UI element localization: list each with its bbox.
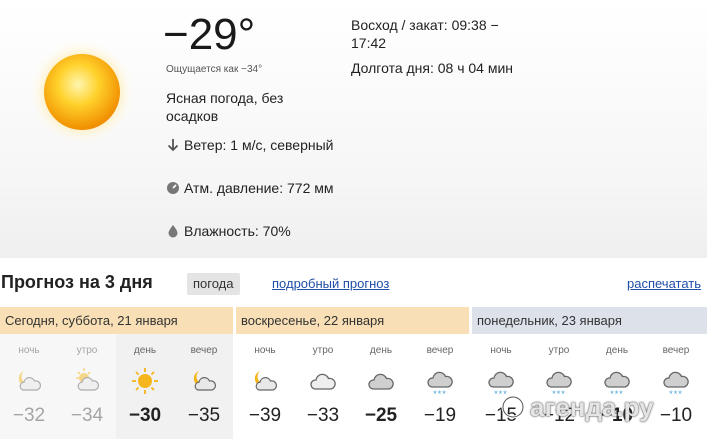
print-link[interactable]: распечатать	[627, 276, 701, 291]
pressure-text: Атм. давление: 772 мм	[184, 180, 334, 196]
tab-weather[interactable]: погода	[187, 273, 240, 295]
wind-info: Ветер: 1 м/с, северный	[166, 136, 336, 154]
weather-condition: Ясная погода, без осадков	[166, 90, 284, 124]
day-part: ночь −39	[236, 334, 294, 439]
wind-text: Ветер: 1 м/с, северный	[184, 137, 334, 153]
gauge-icon	[167, 182, 179, 194]
sun-icon	[28, 38, 136, 146]
part-label: утро	[312, 345, 334, 356]
sun-cloud-icon	[76, 368, 99, 391]
watermark-logo-icon	[501, 395, 525, 419]
part-label: ночь	[254, 345, 276, 356]
part-label: вечер	[662, 345, 690, 356]
part-label: утро	[76, 345, 98, 356]
tab-detailed-forecast[interactable]: подробный прогноз	[272, 276, 389, 291]
day-length: Долгота дня: 08 ч 04 мин	[351, 60, 514, 76]
watermark: агенда.ру	[500, 392, 707, 439]
part-temp: −34	[70, 405, 104, 426]
cloud-icon	[310, 373, 336, 390]
part-label: утро	[548, 345, 570, 356]
humidity-info: Влажность: 70%	[166, 222, 336, 240]
day-part: ночь −32	[0, 334, 58, 439]
moon-cloud-icon	[254, 371, 277, 391]
arrow-down-icon	[167, 139, 179, 152]
part-label: день	[369, 345, 393, 356]
day-header: воскресенье, 22 января	[236, 307, 469, 334]
part-label: день	[133, 345, 157, 356]
part-temp: −19	[423, 405, 457, 426]
part-label: ночь	[18, 345, 40, 356]
snow-mark: ***	[433, 389, 447, 399]
part-temp: −25	[364, 405, 398, 426]
part-label: день	[605, 345, 629, 356]
feels-like: Ощущается как −34°	[166, 64, 263, 75]
sun-icon	[132, 368, 158, 394]
moon-cloud-icon	[193, 371, 216, 391]
forecast-day: Сегодня, суббота, 21 января ночь −32 утр…	[0, 307, 233, 439]
part-temp: −39	[248, 405, 282, 426]
humidity-text: Влажность: 70%	[184, 223, 291, 239]
pressure-info: Атм. давление: 772 мм	[166, 179, 336, 197]
day-part: день −30	[116, 334, 174, 439]
part-label: ночь	[490, 345, 512, 356]
current-temperature: −29°	[163, 10, 256, 59]
day-header: Сегодня, суббота, 21 января	[0, 307, 233, 334]
part-temp: −32	[12, 405, 46, 426]
part-label: вечер	[426, 345, 454, 356]
day-part: вечер *** −19	[411, 334, 469, 439]
part-temp: −30	[128, 405, 162, 426]
watermark-text: агенда.ру	[530, 392, 654, 422]
forecast-day: воскресенье, 22 января ночь −39 утро −33…	[236, 307, 469, 439]
day-header: понедельник, 23 января	[472, 307, 707, 334]
part-label: вечер	[190, 345, 218, 356]
cloud-icon	[368, 373, 394, 390]
day-part: утро −34	[58, 334, 116, 439]
day-part: день −25	[352, 334, 410, 439]
part-temp: −35	[187, 405, 221, 426]
droplet-icon	[168, 225, 178, 238]
day-part: вечер −35	[175, 334, 233, 439]
sunrise-sunset: Восход / закат: 09:38 − 17:42	[351, 17, 499, 51]
current-weather-panel: −29° Ощущается как −34° Ясная погода, бе…	[0, 0, 707, 258]
day-part: утро −33	[294, 334, 352, 439]
part-temp: −33	[306, 405, 340, 426]
forecast-title: Прогноз на 3 дня	[1, 272, 153, 292]
moon-cloud-icon	[18, 371, 41, 391]
